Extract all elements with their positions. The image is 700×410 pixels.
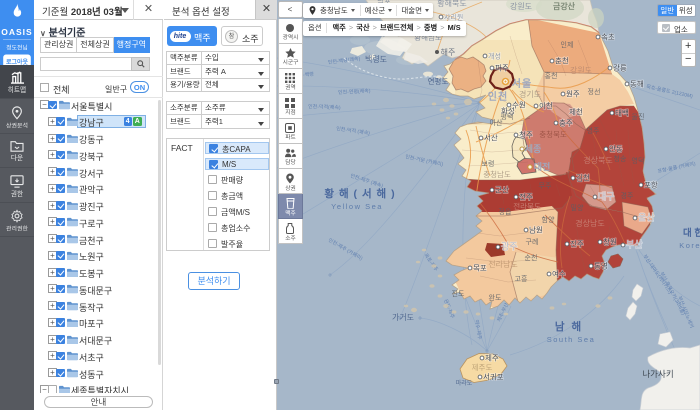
svg-text:포항: 포항 bbox=[644, 181, 658, 190]
svg-text:나가사키: 나가사키 bbox=[642, 369, 673, 379]
svg-text:마라도: 마라도 bbox=[456, 379, 473, 387]
svg-text:남원: 남원 bbox=[529, 226, 543, 235]
svg-text:대구: 대구 bbox=[598, 192, 615, 202]
svg-text:김천: 김천 bbox=[576, 173, 590, 183]
svg-text:전라남도: 전라남도 bbox=[488, 259, 517, 269]
svg-text:인제: 인제 bbox=[561, 40, 574, 49]
svg-text:서울: 서울 bbox=[512, 77, 532, 90]
svg-text:울산: 울산 bbox=[638, 213, 655, 223]
svg-text:평택: 평택 bbox=[501, 112, 514, 121]
svg-text:동해: 동해 bbox=[630, 79, 644, 89]
svg-text:세종: 세종 bbox=[525, 143, 542, 154]
svg-text:서산: 서산 bbox=[484, 133, 498, 143]
svg-text:강원도: 강원도 bbox=[570, 65, 592, 75]
svg-text:Yellow Sea: Yellow Sea bbox=[331, 202, 383, 211]
svg-text:제주도: 제주도 bbox=[472, 363, 493, 372]
svg-text:밀양: 밀양 bbox=[571, 204, 584, 212]
svg-text:개성: 개성 bbox=[488, 52, 501, 61]
svg-text:진주: 진주 bbox=[570, 239, 584, 249]
svg-text:정읍: 정읍 bbox=[499, 207, 512, 216]
svg-text:고흥: 고흥 bbox=[515, 274, 528, 283]
svg-text:강원도: 강원도 bbox=[510, 1, 532, 11]
svg-text:속초: 속초 bbox=[601, 33, 615, 42]
svg-text:순천: 순천 bbox=[525, 253, 538, 262]
svg-text:해주: 해주 bbox=[441, 47, 456, 57]
svg-text:South Sea: South Sea bbox=[547, 335, 596, 344]
svg-text:완도: 완도 bbox=[489, 294, 502, 302]
svg-text:남 해: 남 해 bbox=[555, 320, 583, 333]
svg-text:구례: 구례 bbox=[526, 237, 539, 246]
svg-text:제천: 제천 bbox=[569, 107, 583, 117]
svg-text:영주: 영주 bbox=[587, 126, 600, 135]
svg-text:경기도: 경기도 bbox=[519, 89, 541, 99]
svg-text:Korea: Korea bbox=[679, 241, 700, 250]
svg-text:충청남도: 충청남도 bbox=[483, 170, 511, 179]
svg-text:전주: 전주 bbox=[519, 192, 533, 202]
svg-text:무주: 무주 bbox=[539, 182, 552, 190]
svg-text:충주: 충주 bbox=[559, 119, 573, 128]
svg-text:금강산: 금강산 bbox=[553, 1, 576, 11]
svg-text:춘천: 춘천 bbox=[555, 56, 569, 66]
svg-text:홍천: 홍천 bbox=[545, 71, 558, 80]
svg-text:창원: 창원 bbox=[603, 238, 617, 247]
svg-text:백령도: 백령도 bbox=[365, 54, 387, 64]
svg-text:연평도: 연평도 bbox=[428, 76, 449, 86]
svg-text:울진: 울진 bbox=[632, 112, 645, 121]
svg-text:경주: 경주 bbox=[621, 191, 634, 200]
svg-text:전라북도: 전라북도 bbox=[513, 201, 541, 211]
svg-text:목포: 목포 bbox=[473, 264, 487, 273]
svg-text:인천-덕적(쾌속): 인천-덕적(쾌속) bbox=[308, 103, 341, 111]
svg-text:서귀포: 서귀포 bbox=[483, 372, 504, 382]
svg-text:영덕: 영덕 bbox=[632, 156, 645, 165]
svg-text:황해북도: 황해북도 bbox=[437, 0, 466, 8]
svg-text:경상북도: 경상북도 bbox=[583, 155, 612, 165]
svg-text:안동: 안동 bbox=[609, 144, 623, 154]
svg-text:파주: 파주 bbox=[495, 64, 509, 73]
svg-text:군산: 군산 bbox=[495, 185, 509, 195]
svg-text:원주: 원주 bbox=[566, 90, 580, 99]
svg-text:청송: 청송 bbox=[614, 155, 627, 163]
svg-text:인천: 인천 bbox=[488, 90, 508, 103]
svg-text:대 한: 대 한 bbox=[683, 227, 700, 239]
svg-text:경상남도: 경상남도 bbox=[575, 218, 604, 228]
svg-text:태백: 태백 bbox=[615, 108, 629, 118]
svg-text:진도: 진도 bbox=[452, 289, 465, 298]
svg-text:광주: 광주 bbox=[501, 241, 518, 252]
svg-text:이천: 이천 bbox=[539, 101, 553, 111]
svg-text:함양: 함양 bbox=[542, 215, 555, 224]
svg-text:제주: 제주 bbox=[485, 354, 499, 363]
svg-text:강릉: 강릉 bbox=[613, 63, 627, 73]
svg-text:통영: 통영 bbox=[594, 261, 608, 271]
svg-text:충청북도: 충청북도 bbox=[539, 130, 567, 139]
svg-text:부산: 부산 bbox=[626, 240, 643, 250]
svg-text:대전: 대전 bbox=[534, 161, 551, 172]
svg-text:가거도: 가거도 bbox=[392, 313, 414, 322]
svg-text:보령: 보령 bbox=[482, 160, 495, 168]
svg-text:여수: 여수 bbox=[552, 269, 566, 279]
svg-text:정선: 정선 bbox=[588, 87, 601, 96]
svg-text:청주: 청주 bbox=[519, 131, 533, 140]
svg-text:황 해 ( 서 해 ): 황 해 ( 서 해 ) bbox=[324, 187, 395, 200]
